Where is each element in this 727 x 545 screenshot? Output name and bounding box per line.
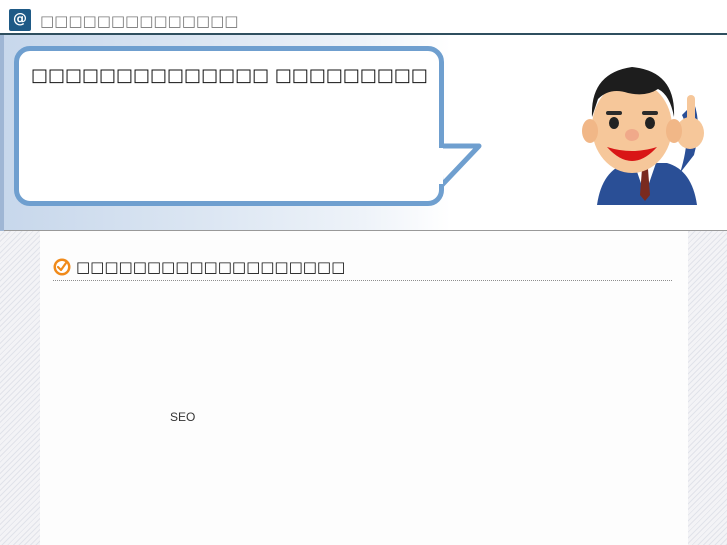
businessman-illustration: [582, 67, 704, 205]
site-title[interactable]: □□□□□□□□□□□□□□: [40, 12, 238, 30]
section-heading: □□□□□□□□□□□□□□□□□□□: [76, 258, 346, 276]
hero-edge: [0, 35, 4, 231]
check-icon: [53, 258, 71, 276]
speech-bubble-tail: [439, 143, 482, 189]
speech-bubble-text: □□□□□□□□□□□□□□ □□□□□□□□□: [31, 65, 428, 86]
content-panel: [40, 231, 688, 545]
top-bar: @ □□□□□□□□□□□□□□: [0, 0, 727, 35]
at-icon: @: [9, 9, 31, 31]
seo-text: SEO: [170, 410, 196, 424]
section-divider: [53, 280, 672, 281]
